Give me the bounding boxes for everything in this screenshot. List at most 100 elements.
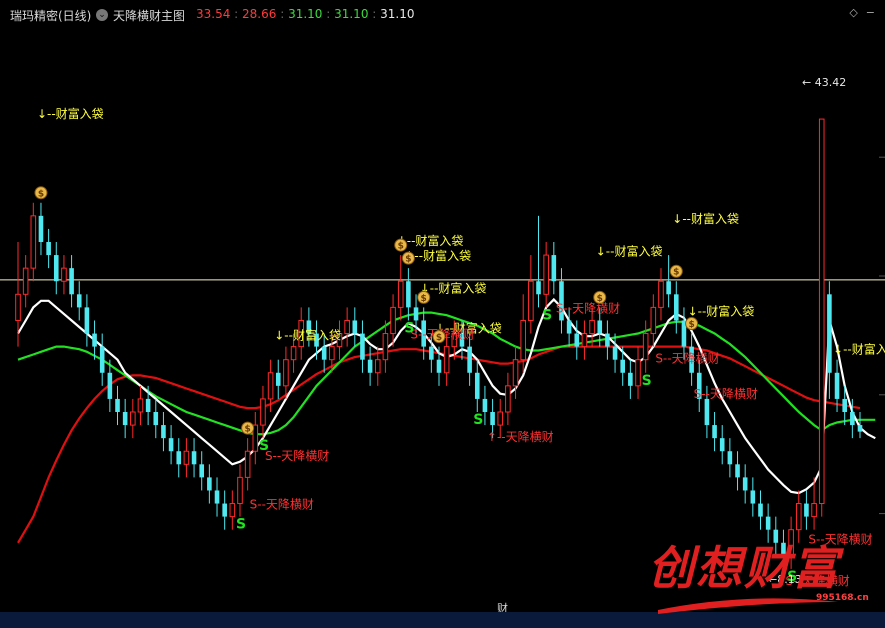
candle [137, 385, 144, 426]
candle-body-down [161, 425, 166, 439]
candle-body-down [38, 215, 44, 242]
candle [536, 215, 541, 308]
candle-body-up [658, 280, 664, 308]
high-price-label: ← 43.42 [802, 76, 846, 89]
candle-body-down [834, 372, 840, 399]
candle-body-down [474, 372, 480, 399]
wealth-in-bag-label: ↓--财富入袋 [37, 106, 104, 121]
wealth-in-bag-label: ↓--财富入袋 [688, 304, 755, 319]
candle [69, 255, 74, 308]
s-buy-marker: S [236, 517, 246, 533]
candle-body-down [857, 425, 863, 432]
dollar-sign: $ [597, 294, 603, 304]
money-bag-icon: $ [417, 290, 431, 304]
candle-body-down [275, 372, 281, 386]
candle [30, 202, 37, 282]
dollar-sign: $ [245, 425, 251, 435]
windfall-label: ↑--天降横财 [487, 430, 554, 444]
candle-body-down [413, 307, 419, 321]
candle-body-up [382, 333, 389, 361]
candle-body-down [76, 294, 82, 308]
windfall-label: S--天降横财 [250, 497, 314, 511]
candle [543, 242, 549, 308]
candle [712, 412, 717, 452]
candle-body-down [482, 398, 488, 412]
candle-body-down [107, 372, 113, 399]
candle [658, 268, 664, 321]
candle-body-down [666, 281, 671, 295]
candle [574, 320, 580, 360]
candle [115, 385, 120, 426]
candle [474, 359, 480, 412]
candle-body-down [750, 490, 756, 504]
candle [153, 398, 159, 439]
candle [283, 346, 289, 399]
dollar-sign: $ [688, 320, 694, 330]
candle [99, 333, 105, 386]
candle-body-down [222, 503, 227, 517]
candle [750, 477, 756, 517]
candle-body-down [551, 255, 557, 282]
candle-body-up [589, 319, 595, 335]
candle-body-down [490, 412, 495, 426]
candle-body-down [850, 412, 855, 426]
candle-body-down [574, 333, 580, 347]
candle [551, 242, 557, 295]
candle-body-up [818, 118, 825, 505]
candle-body-down [168, 438, 174, 452]
candle-body-up [811, 503, 817, 518]
s-buy-marker: S [542, 307, 552, 323]
candle [222, 490, 227, 530]
candle-body-down [842, 398, 847, 412]
candle-body-up [22, 267, 29, 295]
s-buy-marker: S [259, 438, 269, 454]
wealth-in-bag-label: ↓--财富入袋 [596, 243, 663, 258]
candle [605, 320, 610, 360]
candle [76, 281, 82, 321]
candle [505, 372, 511, 426]
candle [244, 438, 251, 491]
candle-body-down [321, 346, 327, 360]
candle-body-down [69, 268, 74, 295]
candle [727, 438, 733, 478]
candle-body-up [137, 398, 144, 413]
dollar-sign: $ [421, 294, 427, 304]
candle-body-down [46, 242, 51, 256]
dollar-sign: $ [436, 333, 442, 343]
candle [168, 425, 174, 465]
candle-body-down [712, 425, 717, 439]
s-buy-marker: S [404, 320, 414, 336]
candle [642, 320, 649, 373]
candle-body-down [99, 346, 105, 373]
candle [758, 490, 763, 530]
candle [742, 464, 748, 504]
money-bag-icon: $ [685, 317, 699, 331]
candle-body-down [765, 516, 771, 530]
candle-body-down [360, 333, 365, 360]
candle [635, 346, 641, 399]
candle-body-down [704, 398, 710, 426]
candle-body-down [536, 281, 541, 295]
wealth-in-bag-label: ↓--财富入袋 [420, 280, 487, 295]
dollar-sign: $ [398, 242, 404, 252]
candle-body-up [283, 359, 289, 387]
candle-body-down [620, 359, 626, 373]
candle [122, 398, 128, 439]
candle-body-up [520, 319, 526, 361]
candle [214, 477, 220, 517]
candle-body-up [443, 346, 450, 374]
candle [207, 464, 212, 504]
candle [183, 438, 190, 478]
candle-body-down [199, 464, 205, 478]
candle-body-up [183, 450, 190, 465]
candle [229, 490, 236, 530]
wealth-in-bag-label: ↓--财富入袋 [672, 211, 739, 226]
candle [735, 451, 740, 491]
wealth-in-bag-label: ↓--财富入袋 [274, 328, 341, 343]
candle [367, 346, 373, 386]
candle-body-down [804, 503, 809, 517]
candle [818, 118, 825, 517]
candle-body-down [53, 255, 59, 282]
money-bag-icon: $ [34, 186, 48, 200]
candle-body-down [628, 372, 633, 386]
